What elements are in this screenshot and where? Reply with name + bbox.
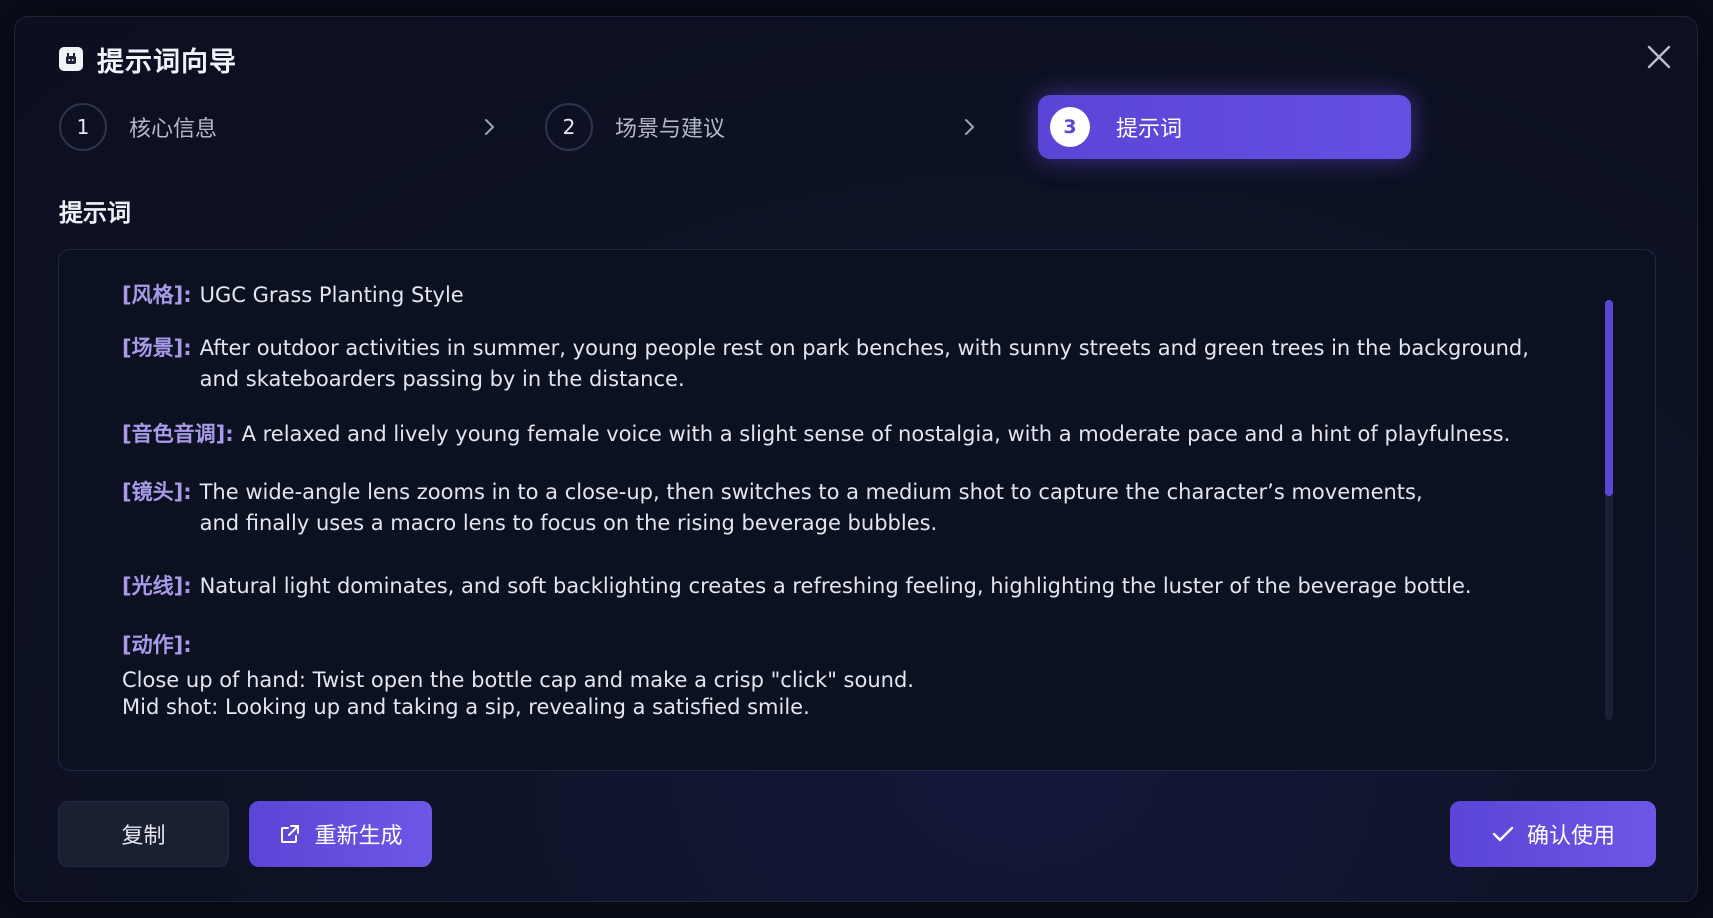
prompt-tag: [动作]: xyxy=(122,633,192,657)
step-number: 3 xyxy=(1050,107,1090,147)
prompt-text: A relaxed and lively young female voice … xyxy=(241,422,1511,446)
prompt-row-style: [风格]: UGC Grass Planting Style xyxy=(122,280,1562,311)
prompt-text: UGC Grass Planting Style xyxy=(199,283,464,307)
chevron-right-icon xyxy=(485,119,494,135)
prompt-text-line: Close up of hand: Twist open the bottle … xyxy=(122,668,914,692)
confirm-button-label: 确认使用 xyxy=(1526,824,1615,849)
prompt-wizard-dialog: 提示词向导 1 核心信息 2 场景与建议 3 提示词 提示词 [风格]: UGC… xyxy=(14,16,1698,902)
prompt-text-line: and skateboarders passing by in the dist… xyxy=(199,367,685,391)
regenerate-button[interactable]: 重新生成 xyxy=(249,801,432,867)
section-title: 提示词 xyxy=(59,199,131,227)
prompt-text-line: and finally uses a macro lens to focus o… xyxy=(199,511,938,535)
prompt-row-action: [动作]: xyxy=(122,630,1562,661)
dialog-header: 提示词向导 xyxy=(59,39,237,79)
check-icon xyxy=(1491,822,1515,846)
prompt-tag: [镜头]: xyxy=(122,480,192,504)
prompt-tag: [光线]: xyxy=(122,574,192,598)
prompt-row-scene: [场景]: After outdoor activities in summer… xyxy=(122,333,1562,395)
regenerate-button-label: 重新生成 xyxy=(314,824,403,849)
stepper: 1 核心信息 2 场景与建议 3 提示词 xyxy=(59,95,1419,159)
copy-button-label: 复制 xyxy=(121,824,166,849)
confirm-button[interactable]: 确认使用 xyxy=(1450,801,1656,867)
chevron-right-icon xyxy=(965,119,974,135)
prompt-tag: [风格]: xyxy=(122,283,192,307)
step-core-info[interactable]: 1 核心信息 xyxy=(59,95,479,159)
prompt-text: Natural light dominates, and soft backli… xyxy=(199,574,1472,598)
prompt-content: [风格]: UGC Grass Planting Style [场景]: Aft… xyxy=(122,280,1562,721)
step-prompt[interactable]: 3 提示词 xyxy=(1038,95,1411,159)
close-icon xyxy=(1647,45,1671,69)
prompt-row-light: [光线]: Natural light dominates, and soft … xyxy=(122,571,1562,602)
step-number: 1 xyxy=(59,103,107,151)
prompt-text-line: Mid shot: Looking up and taking a sip, r… xyxy=(122,695,810,719)
prompt-text-line: The wide-angle lens zooms in to a close-… xyxy=(199,480,1423,504)
prompt-action-lines: Close up of hand: Twist open the bottle … xyxy=(122,667,1562,721)
step-scene-suggestions[interactable]: 2 场景与建议 xyxy=(545,95,945,159)
prompt-row-lens: [镜头]: The wide-angle lens zooms in to a … xyxy=(122,477,1562,539)
step-number: 2 xyxy=(545,103,593,151)
step-label: 提示词 xyxy=(1116,117,1183,142)
prompt-text-line: After outdoor activities in summer, youn… xyxy=(199,336,1529,360)
copy-button[interactable]: 复制 xyxy=(58,801,229,867)
scrollbar[interactable] xyxy=(1605,300,1613,720)
prompt-text: After outdoor activities in summer, youn… xyxy=(200,333,1562,395)
scrollbar-thumb[interactable] xyxy=(1605,300,1613,496)
close-button[interactable] xyxy=(1641,39,1677,75)
step-label: 核心信息 xyxy=(129,117,218,142)
dialog-title: 提示词向导 xyxy=(97,46,237,78)
external-link-icon xyxy=(278,822,302,846)
prompt-text-area[interactable]: [风格]: UGC Grass Planting Style [场景]: Aft… xyxy=(58,249,1656,771)
prompt-tag: [场景]: xyxy=(122,336,192,360)
app-icon xyxy=(59,47,83,71)
prompt-tag: [音色音调]: xyxy=(122,422,234,446)
prompt-row-voice: [音色音调]: A relaxed and lively young femal… xyxy=(122,419,1562,450)
prompt-text: The wide-angle lens zooms in to a close-… xyxy=(200,477,1562,539)
step-label: 场景与建议 xyxy=(615,117,726,142)
